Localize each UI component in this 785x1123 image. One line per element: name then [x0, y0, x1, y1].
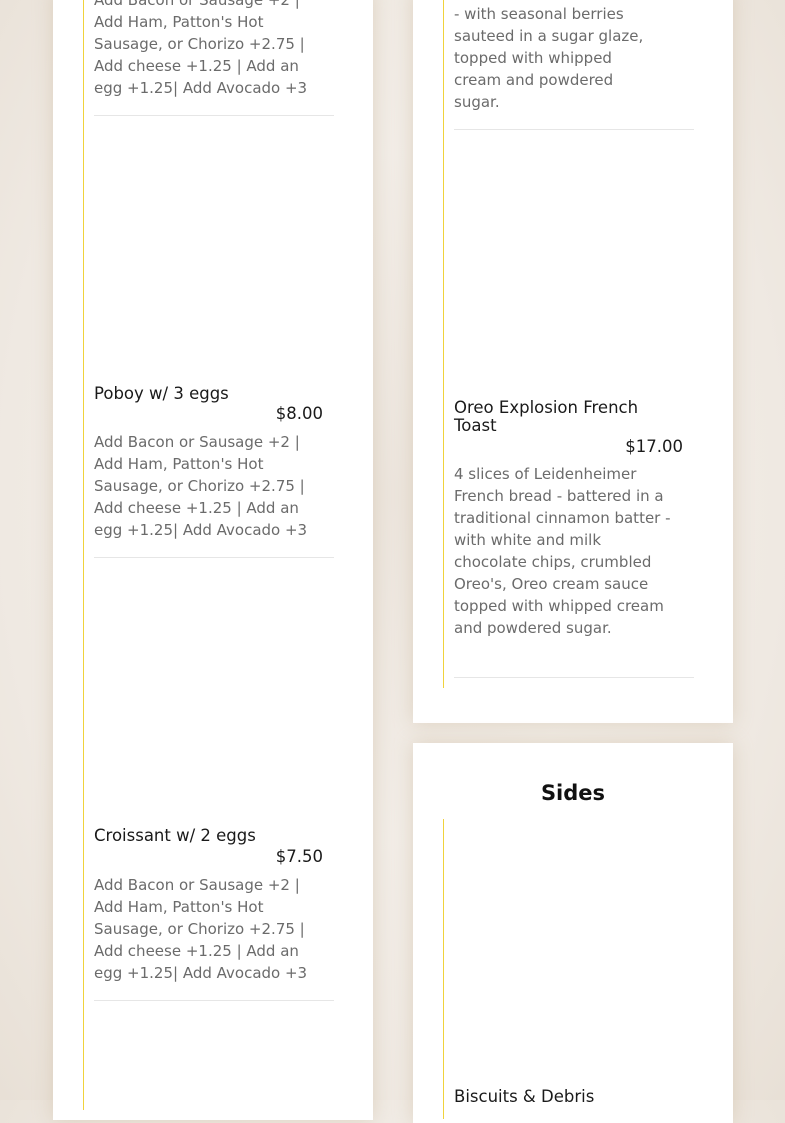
menu-item-divider — [94, 115, 334, 116]
menu-rail-sides — [443, 819, 444, 1119]
menu-item-price: $8.00 — [275, 404, 323, 423]
menu-item-price: $17.00 — [625, 437, 683, 456]
menu-item-name[interactable]: Croissant w/ 2 eggs — [94, 827, 274, 845]
menu-rail-right-top — [443, 0, 444, 688]
section-title-sides: Sides — [540, 781, 606, 805]
menu-item-description: Add Bacon or Sausage +2 | Add Ham, Patto… — [94, 0, 308, 97]
menu-item-divider — [94, 1000, 334, 1001]
menu-item-price: $7.50 — [275, 847, 323, 866]
menu-item-name[interactable]: Biscuits & Debris — [454, 1088, 674, 1106]
menu-rail-left — [83, 0, 84, 1110]
menu-item-divider — [94, 557, 334, 558]
menu-item-name[interactable]: Poboy w/ 3 eggs — [94, 385, 274, 403]
menu-item-description: - with seasonal berries sauteed in a sug… — [454, 5, 644, 111]
menu-item-description: Add Bacon or Sausage +2 | Add Ham, Patto… — [94, 433, 308, 539]
menu-item-description: 4 slices of Leidenheimer French bread - … — [454, 465, 671, 637]
menu-item-description: Add Bacon or Sausage +2 | Add Ham, Patto… — [94, 876, 308, 982]
menu-item-name[interactable]: Oreo Explosion French Toast — [454, 399, 664, 435]
menu-item-divider — [454, 677, 694, 678]
menu-item-divider — [454, 129, 694, 130]
